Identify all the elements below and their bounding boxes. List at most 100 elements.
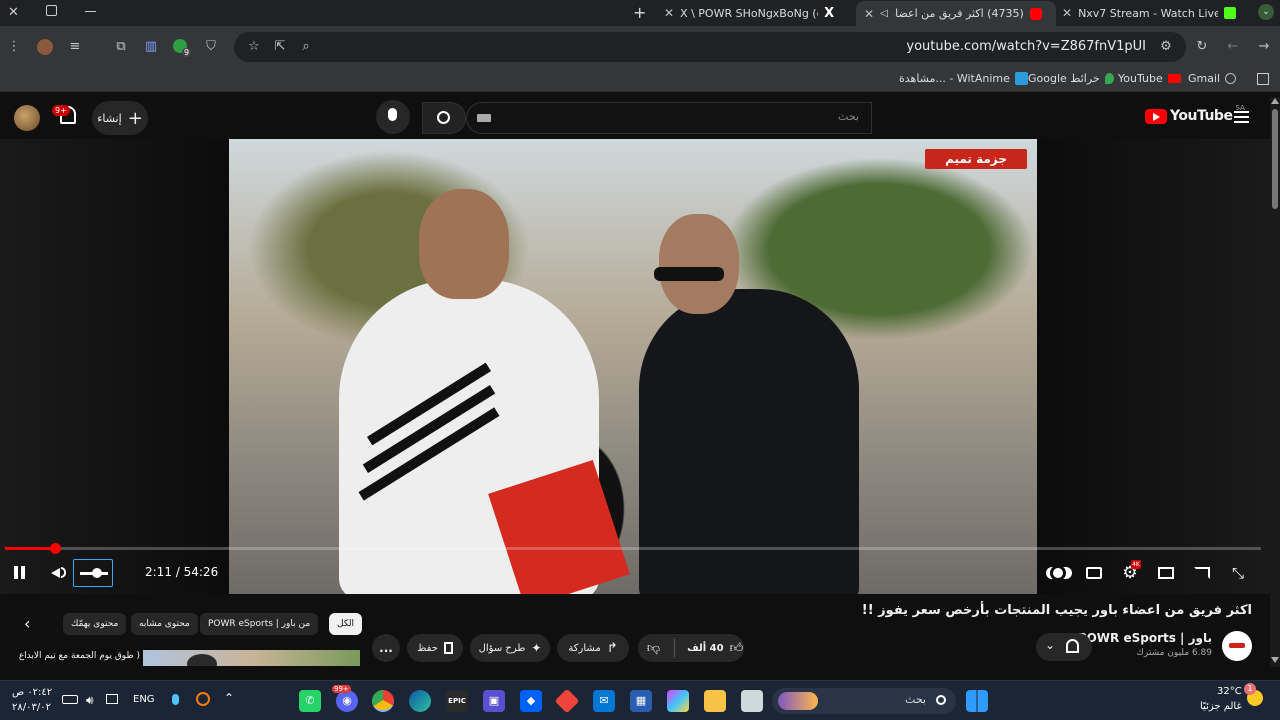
channel-name[interactable]: باور | POWR eSports [1078, 631, 1212, 645]
profile-avatar[interactable] [37, 39, 53, 55]
audio-icon[interactable]: ◁ [880, 8, 888, 19]
chevron-down-icon: ⌄ [1045, 638, 1056, 652]
video-frame[interactable]: جزمة تميم [229, 139, 1037, 594]
volume-knob[interactable] [91, 568, 102, 578]
scroll-up-icon[interactable] [1271, 98, 1279, 104]
install-app-icon[interactable]: ⇱ [272, 39, 288, 55]
microphone-tray-icon[interactable] [172, 694, 179, 705]
chip-for-you[interactable]: محتوى يهمّك [63, 613, 127, 635]
save-button[interactable]: حفظ [407, 634, 463, 662]
reload-icon[interactable]: ↻ [1194, 39, 1210, 55]
pause-button[interactable] [10, 563, 30, 583]
task-view-icon[interactable] [741, 690, 763, 712]
anydesk-icon[interactable] [554, 688, 580, 714]
subscription-bell-button[interactable]: ⌄ [1036, 633, 1092, 661]
share-button[interactable]: ↱ مشاركة [557, 634, 629, 662]
tab-search-icon[interactable]: ⌄ [1258, 4, 1274, 20]
copilot-icon[interactable] [667, 690, 689, 712]
media-control-icon[interactable]: ≡ [67, 39, 83, 55]
channel-avatar[interactable] [1222, 631, 1252, 661]
clock-date[interactable]: ٢٨/٠٣/٠٢ [12, 702, 51, 713]
taskbar-search-placeholder: بحث [905, 693, 926, 706]
menu-dots-icon[interactable]: ⋮ [6, 39, 22, 55]
taskbar-search[interactable]: بحث [772, 688, 956, 714]
discord-icon[interactable]: ◉ [336, 690, 358, 712]
show-hidden-icons-chevron[interactable]: ⌃ [224, 691, 234, 705]
media-player-icon[interactable]: ▣ [483, 690, 505, 712]
all-bookmarks-icon[interactable] [1257, 73, 1269, 85]
bookmark-gmail[interactable]: Gmail [1188, 72, 1237, 85]
chrome-icon[interactable] [372, 690, 394, 712]
weather-temperature[interactable]: 32°C [1217, 686, 1242, 697]
battery-icon[interactable] [62, 695, 78, 704]
shield-icon[interactable]: ⛉ [203, 39, 219, 55]
chip-all[interactable]: الكل [329, 613, 363, 635]
page-scrollbar[interactable] [1270, 97, 1280, 667]
site-settings-icon[interactable]: ⚙ [1158, 39, 1174, 55]
progress-bar[interactable] [5, 543, 1261, 554]
cast-button[interactable] [1192, 563, 1212, 583]
guide-menu-icon[interactable] [1234, 111, 1249, 123]
bookmark-youtube[interactable]: YouTube [1118, 72, 1181, 85]
dislike-button[interactable]: 👎︎ [639, 641, 668, 656]
store-icon[interactable]: ▦ [630, 690, 652, 712]
account-avatar[interactable] [14, 105, 40, 131]
voice-search-button[interactable] [376, 100, 410, 134]
file-explorer-icon[interactable] [704, 690, 726, 712]
close-tab-icon[interactable]: ✕ [664, 6, 674, 20]
edge-icon[interactable] [409, 690, 431, 712]
miniplayer-button[interactable] [1156, 563, 1176, 583]
restore-window-icon[interactable] [46, 5, 57, 16]
whatsapp-icon[interactable]: ✆ [299, 690, 321, 712]
minimize-window-icon[interactable] [85, 11, 96, 12]
extensions-icon[interactable]: ⧉ [113, 39, 129, 55]
bookmark-google-maps[interactable]: Google خرائط [1028, 72, 1114, 85]
time-display: 2:11 / 54:26 [145, 565, 219, 579]
scroll-down-icon[interactable] [1271, 657, 1279, 663]
address-bar[interactable]: ☆ ⇱ ⌕ youtube.com/watch?v=Z867fnV1pUI ⚙ [234, 32, 1186, 62]
fullscreen-button[interactable]: ⤡ [1228, 563, 1248, 583]
search-button[interactable] [422, 102, 466, 134]
outlook-icon[interactable]: ✉ [593, 690, 615, 712]
bookmark-witanime[interactable]: مشاهدة... - WitAnime [899, 72, 1028, 85]
scroll-thumb[interactable] [1272, 109, 1278, 209]
clock-time[interactable]: ٠٢:٤٢ ص [12, 687, 52, 698]
tab-youtube[interactable]: ✕ ◁ (4735) اكثر فريق من اعضاء باور [856, 1, 1056, 26]
create-button[interactable]: إنشاء + [92, 101, 148, 135]
ask-button[interactable]: ✦ طرح سؤال [470, 634, 550, 662]
chip-related[interactable]: محتوى مشابه [131, 613, 198, 635]
tab-kick[interactable]: ✕ Nxv7 Stream - Watch Live on K [1062, 3, 1248, 23]
language-indicator[interactable]: ENG [133, 694, 155, 705]
search-input[interactable]: بحث [466, 102, 872, 134]
windows-start-icon[interactable] [966, 690, 988, 712]
zoom-icon[interactable]: ⌕ [298, 39, 314, 55]
tab-x[interactable]: ✕ X \ POWR SHoNgxBoNg (@SH X [664, 3, 850, 23]
chips-prev-icon[interactable]: ‹ [24, 614, 30, 633]
recommended-thumbnail[interactable] [143, 650, 360, 666]
more-actions-button[interactable]: ... [372, 634, 400, 662]
epic-games-icon[interactable]: EPIC [446, 690, 468, 712]
new-tab-button[interactable]: + [633, 3, 646, 22]
like-button[interactable]: 👍︎ 40 ألف [681, 641, 743, 656]
volume-tray-icon[interactable]: 🔊︎ [86, 693, 94, 708]
settings-button[interactable]: ⚙ 4K [1120, 560, 1141, 583]
subtitles-button[interactable] [1084, 563, 1104, 583]
forward-icon[interactable]: ← [1225, 39, 1241, 55]
close-tab-icon[interactable]: ✕ [864, 7, 874, 21]
back-icon[interactable]: → [1256, 39, 1272, 55]
mute-button[interactable] [48, 563, 68, 583]
bookmark-star-icon[interactable]: ☆ [246, 39, 262, 55]
app-tray-icon[interactable] [196, 692, 210, 706]
subscriber-count: 6.89 مليون مشترك [1136, 648, 1213, 658]
chip-from-channel[interactable]: من باور | POWR eSports [200, 613, 319, 635]
close-tab-icon[interactable]: ✕ [1062, 6, 1072, 20]
close-window-icon[interactable]: ✕ [8, 5, 19, 20]
recommended-title[interactable]: ( طوق يوم الجمعة مع تيم الابداع [4, 651, 140, 661]
youtube-logo[interactable]: YouTube SA [1145, 104, 1245, 124]
search-placeholder: بحث [838, 110, 859, 123]
dropbox-icon[interactable]: ◆ [520, 690, 542, 712]
autoplay-toggle[interactable] [1046, 563, 1072, 583]
extension-icon[interactable]: ▥ [143, 39, 159, 55]
volume-slider-focus[interactable] [73, 559, 113, 587]
network-icon[interactable] [106, 694, 118, 704]
